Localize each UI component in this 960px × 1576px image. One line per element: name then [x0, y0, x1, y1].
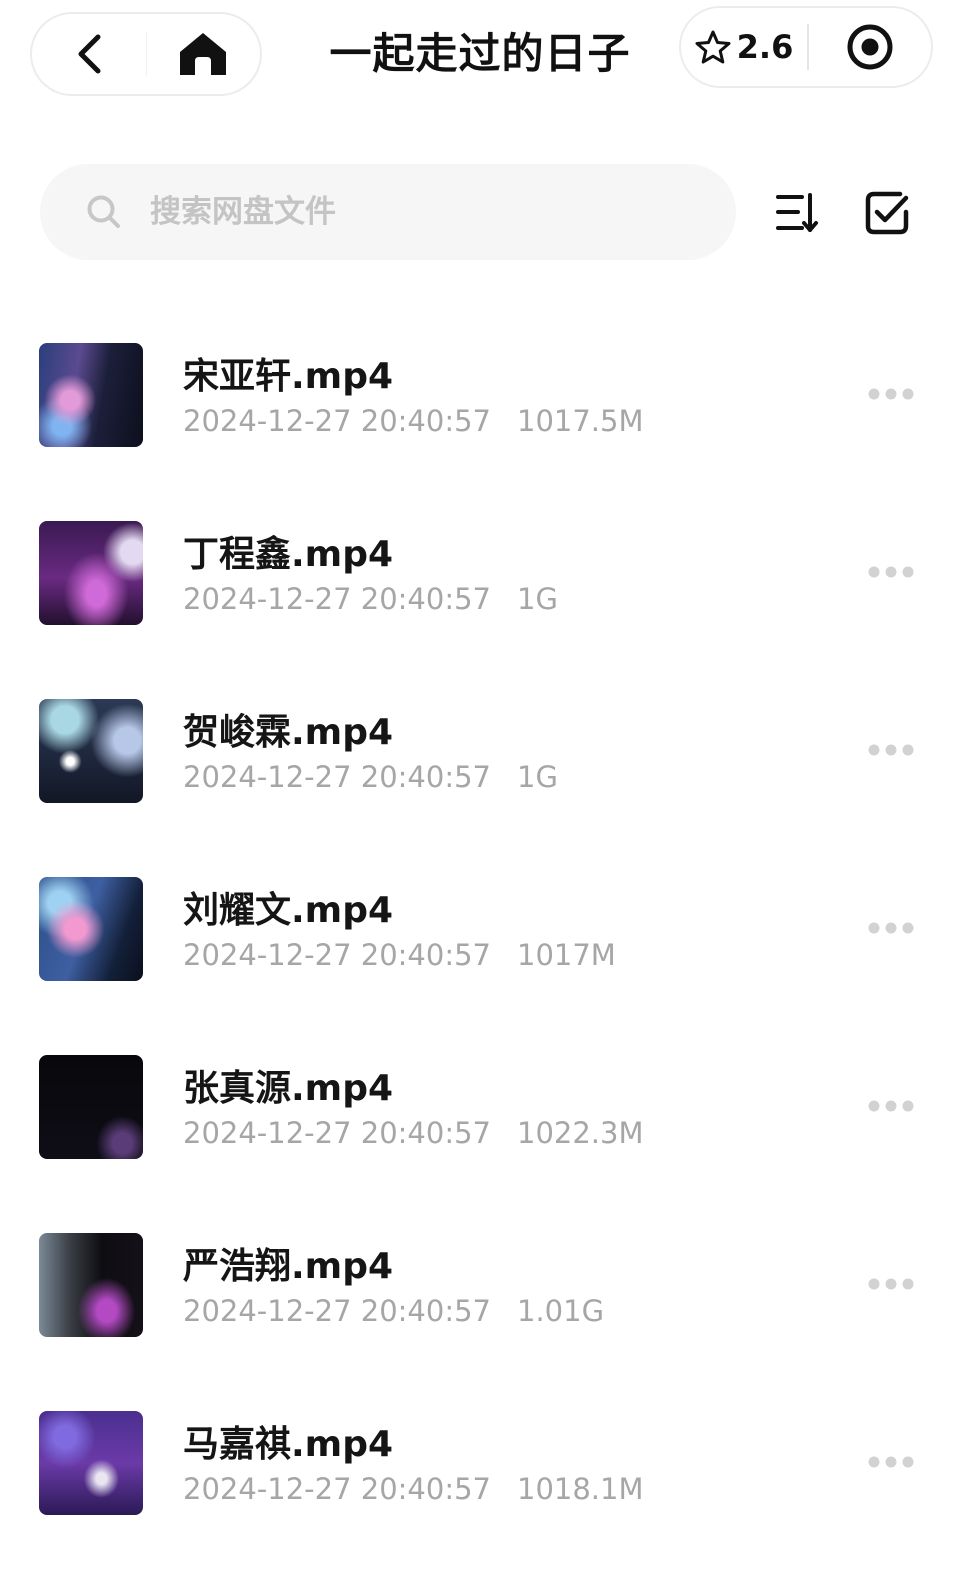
- more-options-icon[interactable]: [866, 562, 916, 582]
- file-size: 1017.5M: [517, 404, 644, 438]
- file-list: 宋亚轩.mp4 2024-12-27 20:40:57 1017.5M 丁程鑫.m…: [0, 306, 960, 1552]
- more-options-icon[interactable]: [866, 1274, 916, 1294]
- file-row[interactable]: 贺峻霖.mp4 2024-12-27 20:40:57 1G: [0, 662, 960, 840]
- file-size: 1022.3M: [517, 1116, 644, 1150]
- file-row[interactable]: 丁程鑫.mp4 2024-12-27 20:40:57 1G: [0, 484, 960, 662]
- file-size: 1.01G: [517, 1294, 605, 1328]
- video-thumbnail: [39, 1055, 143, 1159]
- video-thumbnail: [39, 699, 143, 803]
- file-name: 贺峻霖.mp4: [183, 712, 394, 753]
- search-input[interactable]: [148, 193, 672, 231]
- more-options-icon[interactable]: [866, 384, 916, 404]
- mini-program-capsule: 2.6: [679, 6, 933, 88]
- file-size: 1G: [517, 760, 558, 794]
- file-row[interactable]: 宋亚轩.mp4 2024-12-27 20:40:57 1017.5M: [0, 306, 960, 484]
- checkbox-icon: [865, 191, 909, 235]
- file-name: 丁程鑫.mp4: [183, 534, 394, 575]
- file-name: 严浩翔.mp4: [183, 1246, 394, 1287]
- file-size: 1018.1M: [517, 1472, 644, 1506]
- search-bar[interactable]: [40, 164, 736, 260]
- file-name: 马嘉祺.mp4: [183, 1424, 394, 1465]
- file-row[interactable]: 严浩翔.mp4 2024-12-27 20:40:57 1.01G: [0, 1196, 960, 1374]
- file-size: 1017M: [517, 938, 616, 972]
- file-name: 宋亚轩.mp4: [183, 356, 394, 397]
- home-icon: [180, 33, 227, 75]
- more-options-icon[interactable]: [866, 1096, 916, 1116]
- page-title: 一起走过的日子: [329, 29, 631, 78]
- file-date: 2024-12-27 20:40:57: [183, 1472, 491, 1506]
- more-options-icon[interactable]: [866, 740, 916, 760]
- file-meta: 2024-12-27 20:40:57 1017M: [183, 938, 616, 972]
- sort-button[interactable]: [774, 190, 820, 236]
- more-options-icon[interactable]: [866, 918, 916, 938]
- file-meta: 2024-12-27 20:40:57 1.01G: [183, 1294, 604, 1328]
- file-size: 1G: [517, 582, 558, 616]
- file-meta: 2024-12-27 20:40:57 1017.5M: [183, 404, 644, 438]
- nav-capsule: [30, 12, 262, 96]
- star-outline-icon: [695, 30, 731, 64]
- video-thumbnail: [39, 521, 143, 625]
- record-button[interactable]: [809, 8, 931, 86]
- home-button[interactable]: [146, 14, 260, 94]
- multi-select-button[interactable]: [864, 190, 910, 236]
- file-row[interactable]: 张真源.mp4 2024-12-27 20:40:57 1022.3M: [0, 1018, 960, 1196]
- more-options-icon[interactable]: [866, 1452, 916, 1472]
- sort-icon: [776, 193, 818, 232]
- back-button[interactable]: [32, 14, 146, 94]
- file-row[interactable]: 马嘉祺.mp4 2024-12-27 20:40:57 1018.1M: [0, 1374, 960, 1552]
- file-date: 2024-12-27 20:40:57: [183, 404, 491, 438]
- file-date: 2024-12-27 20:40:57: [183, 582, 491, 616]
- file-date: 2024-12-27 20:40:57: [183, 760, 491, 794]
- file-row[interactable]: 刘耀文.mp4 2024-12-27 20:40:57 1017M: [0, 840, 960, 1018]
- file-date: 2024-12-27 20:40:57: [183, 938, 491, 972]
- rating-button[interactable]: 2.6: [681, 8, 807, 86]
- video-thumbnail: [39, 1233, 143, 1337]
- file-meta: 2024-12-27 20:40:57 1G: [183, 760, 558, 794]
- video-thumbnail: [39, 343, 143, 447]
- video-thumbnail: [39, 1411, 143, 1515]
- target-record-icon: [847, 24, 893, 70]
- file-name: 刘耀文.mp4: [183, 890, 394, 931]
- search-icon: [86, 194, 122, 230]
- file-name: 张真源.mp4: [183, 1068, 394, 1109]
- file-date: 2024-12-27 20:40:57: [183, 1294, 491, 1328]
- file-meta: 2024-12-27 20:40:57 1018.1M: [183, 1472, 644, 1506]
- video-thumbnail: [39, 877, 143, 981]
- rating-value: 2.6: [736, 28, 794, 66]
- file-meta: 2024-12-27 20:40:57 1022.3M: [183, 1116, 644, 1150]
- back-arrow-icon: [78, 34, 101, 74]
- file-date: 2024-12-27 20:40:57: [183, 1116, 491, 1150]
- file-meta: 2024-12-27 20:40:57 1G: [183, 582, 558, 616]
